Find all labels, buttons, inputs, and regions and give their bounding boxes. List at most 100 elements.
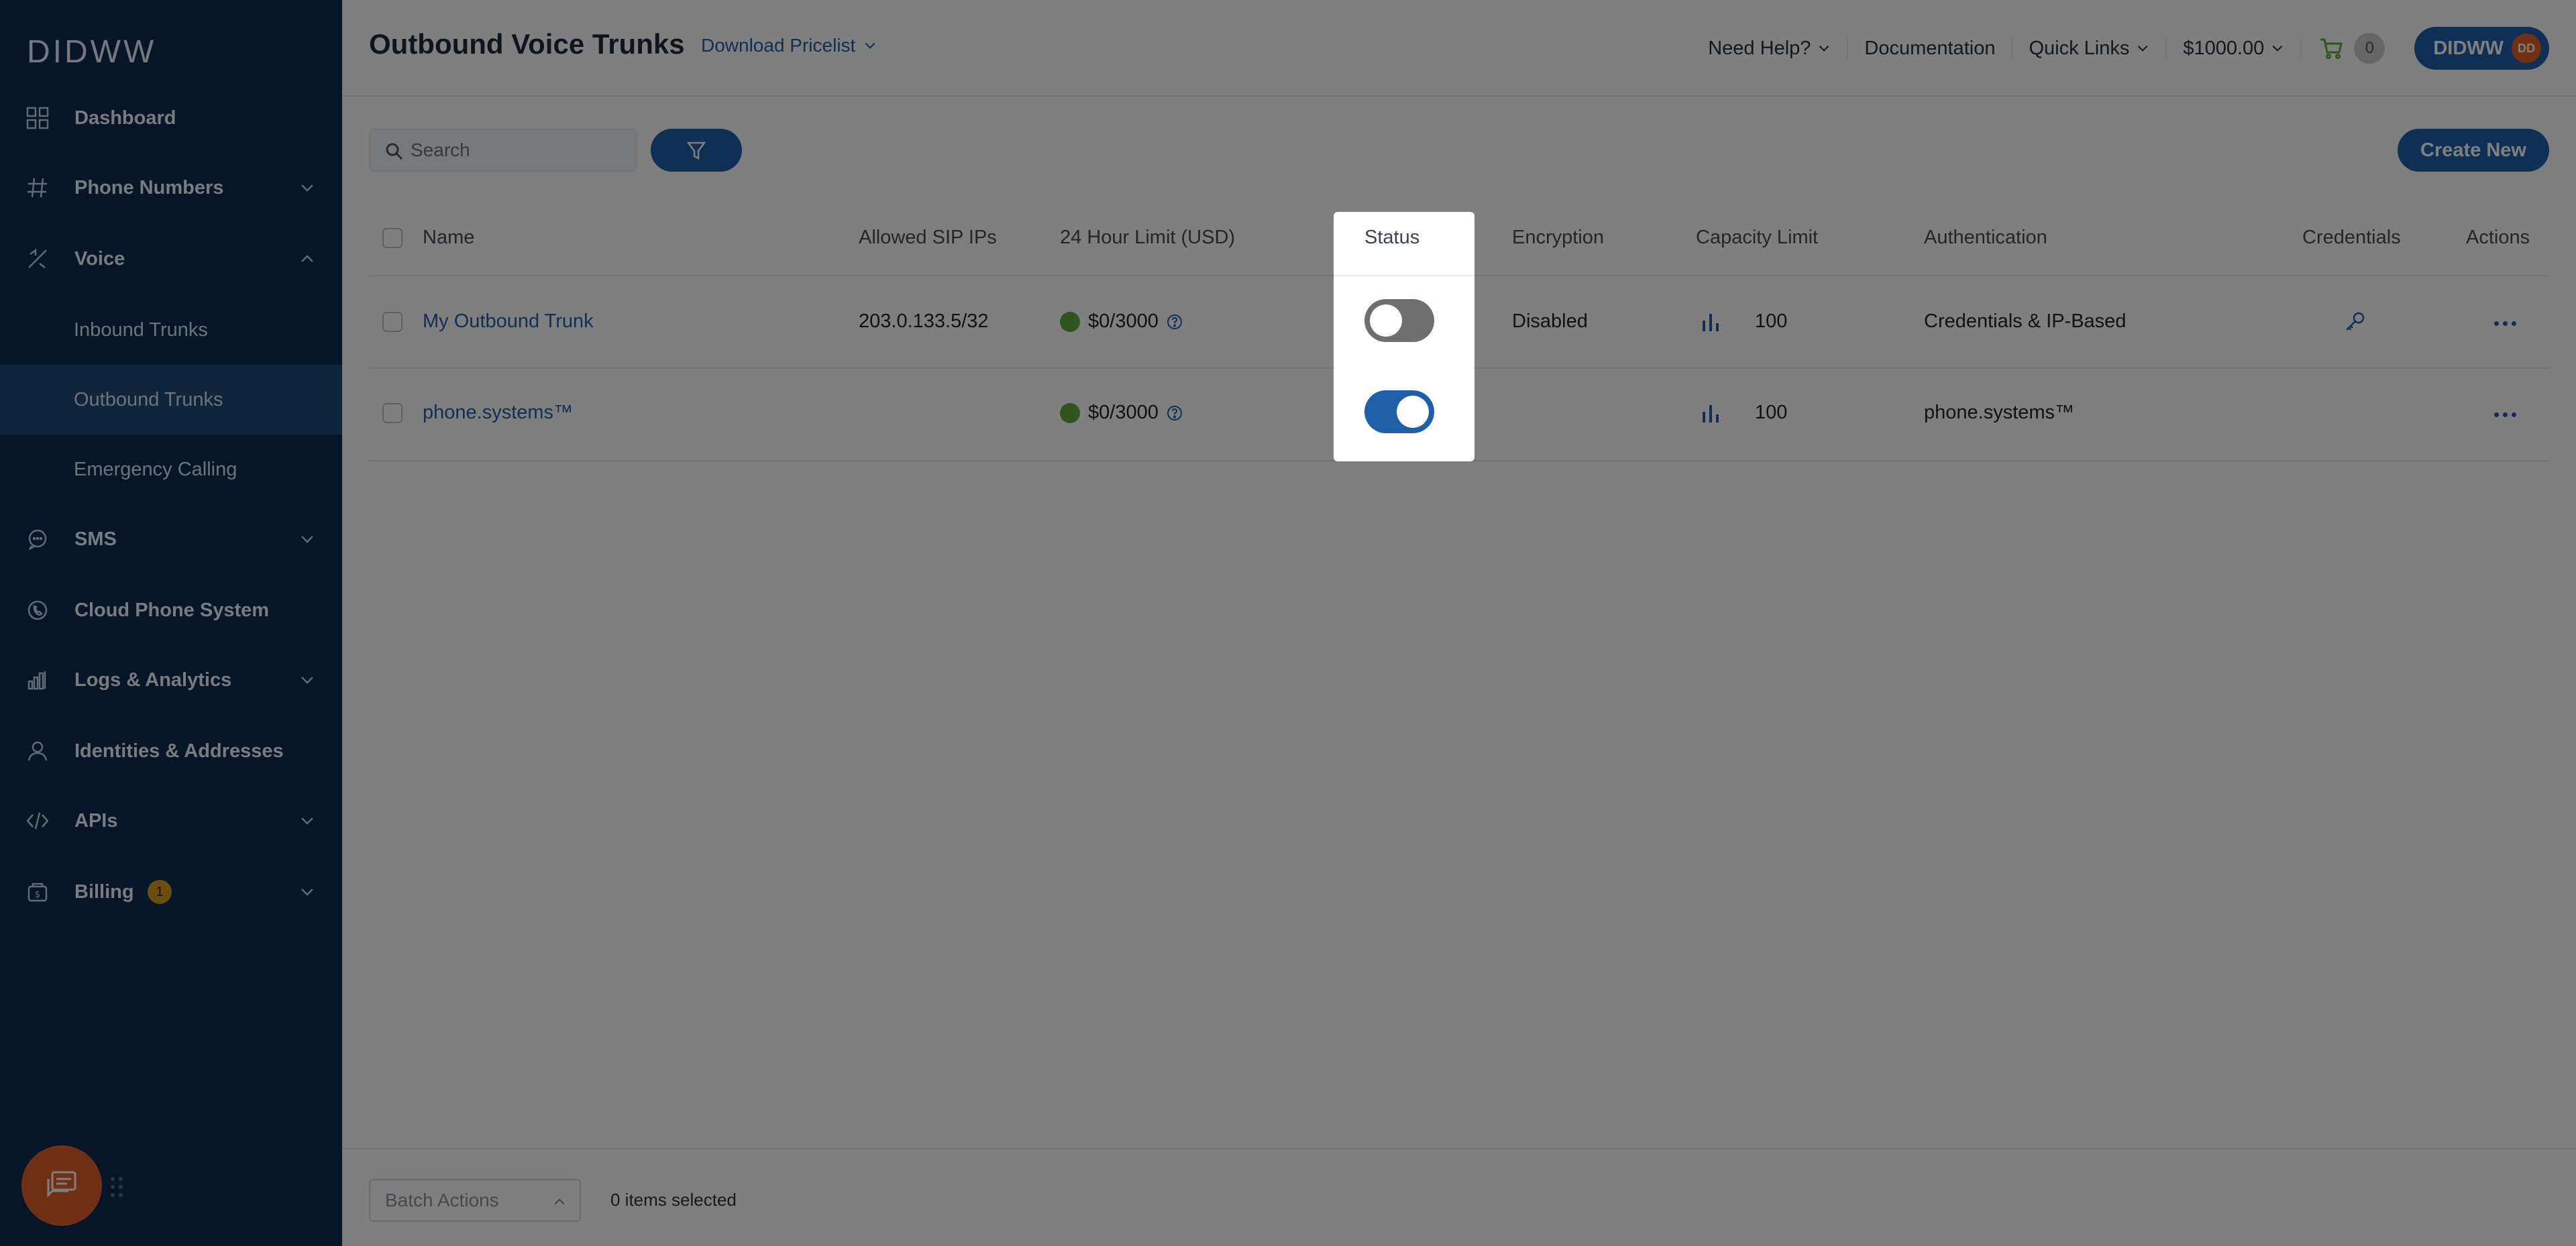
footer-bar: Batch Actions 0 items selected [342, 1148, 2576, 1246]
authentication-value: Credentials & IP-Based [1924, 310, 2127, 332]
sidebar-item-label: Inbound Trunks [74, 319, 208, 341]
sidebar-item-label: Voice [74, 247, 125, 270]
chevron-down-icon [301, 536, 313, 543]
chevron-up-icon [554, 1198, 565, 1205]
chevron-up-icon [301, 255, 313, 262]
drag-handle-icon[interactable] [109, 1175, 125, 1199]
sidebar-item-billing[interactable]: $ Billing 1 [0, 858, 342, 925]
sidebar-item-phone-numbers[interactable]: Phone Numbers [0, 154, 342, 221]
help-icon[interactable] [1167, 314, 1183, 330]
search-icon [386, 143, 403, 160]
create-new-button[interactable]: Create New [2398, 129, 2549, 172]
phone-circle-icon [24, 597, 51, 624]
row-actions-menu[interactable] [2494, 321, 2516, 326]
select-all-checkbox[interactable] [382, 228, 402, 248]
sidebar-item-voice[interactable]: Voice [0, 225, 342, 292]
sidebar-item-label: Logs & Analytics [74, 669, 232, 691]
sidebar-item-label: APIs [74, 809, 118, 832]
user-icon [24, 738, 51, 764]
capacity-bars-icon[interactable] [1700, 402, 1721, 424]
sidebar-item-outbound-trunks[interactable]: Outbound Trunks [0, 365, 342, 435]
sidebar-item-label: SMS [74, 528, 117, 550]
column-header-encryption[interactable]: Encryption [1512, 227, 1604, 249]
wallet-icon: $ [24, 879, 51, 905]
column-header-limit[interactable]: 24 Hour Limit (USD) [1060, 227, 1235, 249]
sidebar-item-sms[interactable]: SMS [0, 506, 342, 573]
encryption-value: Disabled [1512, 310, 1588, 332]
authentication-value: phone.systems™ [1924, 402, 2075, 423]
sidebar-item-apis[interactable]: APIs [0, 787, 342, 854]
chat-icon [47, 1171, 76, 1198]
help-icon[interactable] [1167, 405, 1183, 421]
download-pricelist-dropdown[interactable]: Download Pricelist [701, 35, 877, 56]
trunk-name-link[interactable]: phone.systems™ [423, 402, 573, 424]
toggle-knob [1397, 396, 1429, 428]
sidebar-item-label: Cloud Phone System [74, 599, 270, 621]
status-dot [1060, 402, 1080, 423]
batch-actions-select[interactable]: Batch Actions [369, 1179, 581, 1222]
cart-count: 0 [2354, 33, 2385, 64]
limit-value: $0/3000 [1088, 402, 1159, 423]
chevron-down-icon [2272, 45, 2283, 52]
toggle-knob [1370, 304, 1402, 337]
trunk-name-link[interactable]: My Outbound Trunk [423, 310, 594, 333]
sidebar-item-dashboard[interactable]: Dashboard [0, 84, 342, 152]
capacity-value: 100 [1755, 310, 1788, 332]
documentation-link[interactable]: Documentation [1848, 37, 2013, 60]
filter-button[interactable] [651, 129, 742, 172]
chevron-down-icon [2137, 45, 2148, 52]
need-help-label: Need Help? [1708, 37, 1811, 59]
pricelist-label: Download Pricelist [701, 35, 856, 56]
capacity-bars-icon[interactable] [1700, 311, 1721, 333]
balance-value: $1000.00 [2183, 37, 2265, 59]
status-toggle[interactable] [1364, 299, 1434, 342]
sidebar-item-inbound-trunks[interactable]: Inbound Trunks [0, 295, 342, 365]
row-checkbox[interactable] [382, 403, 402, 423]
sidebar-item-identities-addresses[interactable]: Identities & Addresses [0, 718, 342, 785]
key-icon[interactable] [2343, 310, 2367, 334]
limit-value: $0/3000 [1088, 310, 1159, 332]
need-help-dropdown[interactable]: Need Help? [1692, 37, 1849, 60]
chevron-down-icon [301, 817, 313, 825]
status-column-title: Status [1364, 227, 1420, 248]
sidebar-item-cloud-phone-system[interactable]: Cloud Phone System [0, 577, 342, 644]
row-actions-menu[interactable] [2494, 412, 2516, 417]
search-input[interactable] [411, 139, 625, 161]
status-column-spotlight: Status [1334, 212, 1474, 461]
hash-icon [24, 174, 51, 201]
status-toggle[interactable] [1364, 390, 1434, 433]
app-logo[interactable]: DIDWW [27, 34, 156, 70]
chevron-down-icon [1819, 45, 1829, 52]
batch-actions-label: Batch Actions [385, 1190, 499, 1210]
limit-cell: $0/3000 [1060, 310, 1183, 333]
support-chat-button[interactable] [21, 1145, 102, 1226]
column-header-actions: Actions [2466, 227, 2530, 248]
sidebar-item-emergency-calling[interactable]: Emergency Calling [0, 435, 342, 504]
account-label: DIDWW [2433, 37, 2504, 59]
main-content: Outbound Voice Trunks Download Pricelist… [342, 0, 2576, 1246]
chat-bubble-icon [24, 526, 51, 553]
filter-icon [686, 141, 706, 160]
column-header-allowed-ips[interactable]: Allowed SIP IPs [859, 227, 997, 249]
sidebar-item-label: Outbound Trunks [74, 388, 223, 410]
avatar: DD [2512, 34, 2541, 63]
search-box[interactable] [369, 129, 637, 172]
column-header-name[interactable]: Name [423, 227, 474, 249]
chevron-down-icon [301, 184, 313, 192]
svg-text:$: $ [35, 890, 40, 900]
quick-links-dropdown[interactable]: Quick Links [2012, 37, 2167, 60]
sidebar-item-label: Identities & Addresses [74, 740, 284, 762]
page-title: Outbound Voice Trunks [369, 28, 685, 60]
column-header-authentication[interactable]: Authentication [1924, 227, 2047, 249]
chevron-down-icon [301, 889, 313, 896]
capacity-cell: 100 [1700, 310, 1787, 333]
balance-dropdown[interactable]: $1000.00 [2167, 37, 2302, 60]
code-icon [24, 807, 51, 834]
quick-links-label: Quick Links [2029, 37, 2130, 59]
row-checkbox[interactable] [382, 312, 402, 332]
column-header-capacity[interactable]: Capacity Limit [1696, 227, 1818, 249]
sidebar-item-label: Emergency Calling [74, 458, 237, 480]
account-menu-button[interactable]: DIDWW DD [2414, 27, 2549, 70]
sidebar-item-logs-analytics[interactable]: Logs & Analytics [0, 646, 342, 714]
cart-button[interactable]: 0 [2319, 33, 2385, 64]
